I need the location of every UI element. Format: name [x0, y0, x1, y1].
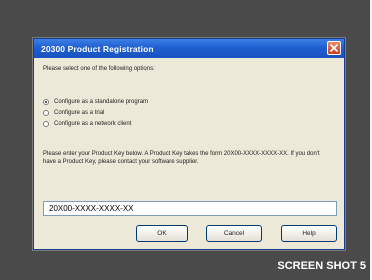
option-label: Configure as a network client [54, 120, 132, 127]
radio-standalone[interactable] [43, 98, 49, 105]
dialog-body: Please select one of the following optio… [34, 58, 344, 249]
options-prompt: Please select one of the following optio… [43, 66, 155, 72]
options-group: Configure as a standalone program Config… [43, 96, 148, 129]
option-label: Configure as a standalone program [54, 98, 149, 105]
dialog-title: 20300 Product Registration [41, 43, 154, 54]
product-registration-dialog: 20300 Product Registration Please select… [33, 38, 345, 250]
radio-trial[interactable] [43, 109, 49, 116]
option-trial[interactable]: Configure as a trial [43, 107, 148, 118]
option-standalone[interactable]: Configure as a standalone program [43, 96, 148, 107]
option-network-client[interactable]: Configure as a network client [43, 118, 148, 129]
product-key-instructions: Please enter your Product Key below. A P… [43, 151, 320, 165]
radio-network-client[interactable] [43, 120, 49, 127]
close-button[interactable] [327, 41, 341, 55]
cancel-button[interactable]: Cancel [206, 225, 262, 242]
help-button[interactable]: Help [281, 225, 337, 242]
dialog-titlebar[interactable]: 20300 Product Registration [34, 39, 344, 58]
screenshot-caption: SCREEN SHOT 5 [277, 260, 366, 272]
option-label: Configure as a trial [54, 109, 105, 116]
ok-button[interactable]: OK [136, 225, 188, 242]
close-icon [330, 44, 338, 52]
product-key-input[interactable] [43, 201, 337, 216]
